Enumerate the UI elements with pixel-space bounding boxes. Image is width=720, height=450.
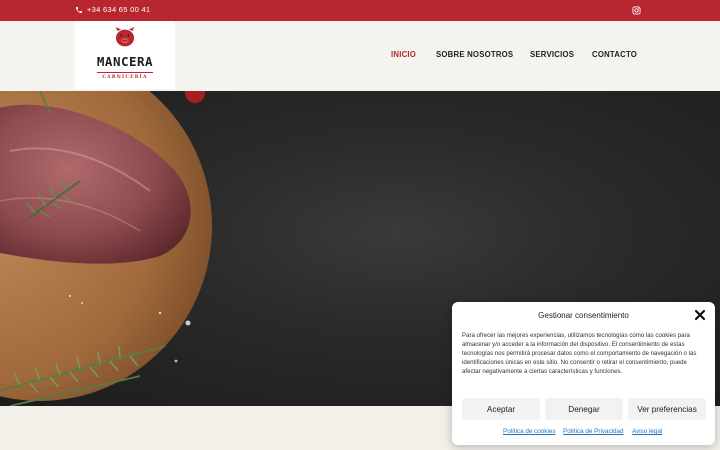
phone-link[interactable]: +34 634 65 00 41 (75, 5, 150, 14)
cookie-consent-dialog: Gestionar consentimiento Para ofrecer la… (452, 302, 715, 445)
deny-button[interactable]: Denegar (545, 398, 623, 420)
legal-notice-link[interactable]: Aviso legal (632, 428, 662, 435)
pig-icon (115, 27, 135, 47)
nav-sobre-nosotros[interactable]: SOBRE NOSOTROS (436, 50, 513, 59)
accept-button[interactable]: Aceptar (462, 398, 540, 420)
site-header: MANCERA CARNICERÍA INICIO SOBRE NOSOTROS… (0, 21, 720, 91)
cookie-dialog-title: Gestionar consentimiento (538, 311, 629, 320)
instagram-icon[interactable] (632, 6, 641, 15)
close-icon[interactable] (694, 309, 706, 321)
preferences-button[interactable]: Ver preferencias (628, 398, 706, 420)
logo-divider (97, 72, 153, 73)
phone-number: +34 634 65 00 41 (87, 5, 151, 14)
nav-contacto[interactable]: CONTACTO (592, 50, 637, 59)
nav-inicio[interactable]: INICIO (391, 50, 416, 59)
cookie-policy-link[interactable]: Política de cookies (503, 428, 556, 435)
phone-icon (76, 6, 82, 13)
site-logo[interactable]: MANCERA CARNICERÍA (75, 21, 175, 89)
logo-subtitle: CARNICERÍA (102, 75, 148, 80)
top-bar: +34 634 65 00 41 (0, 0, 720, 21)
nav-servicios[interactable]: SERVICIOS (530, 50, 574, 59)
cookie-dialog-text: Para ofrecer las mejores experiencias, u… (462, 332, 697, 376)
privacy-policy-link[interactable]: Política de Privacidad (563, 428, 624, 435)
logo-name: MANCERA (96, 54, 154, 69)
